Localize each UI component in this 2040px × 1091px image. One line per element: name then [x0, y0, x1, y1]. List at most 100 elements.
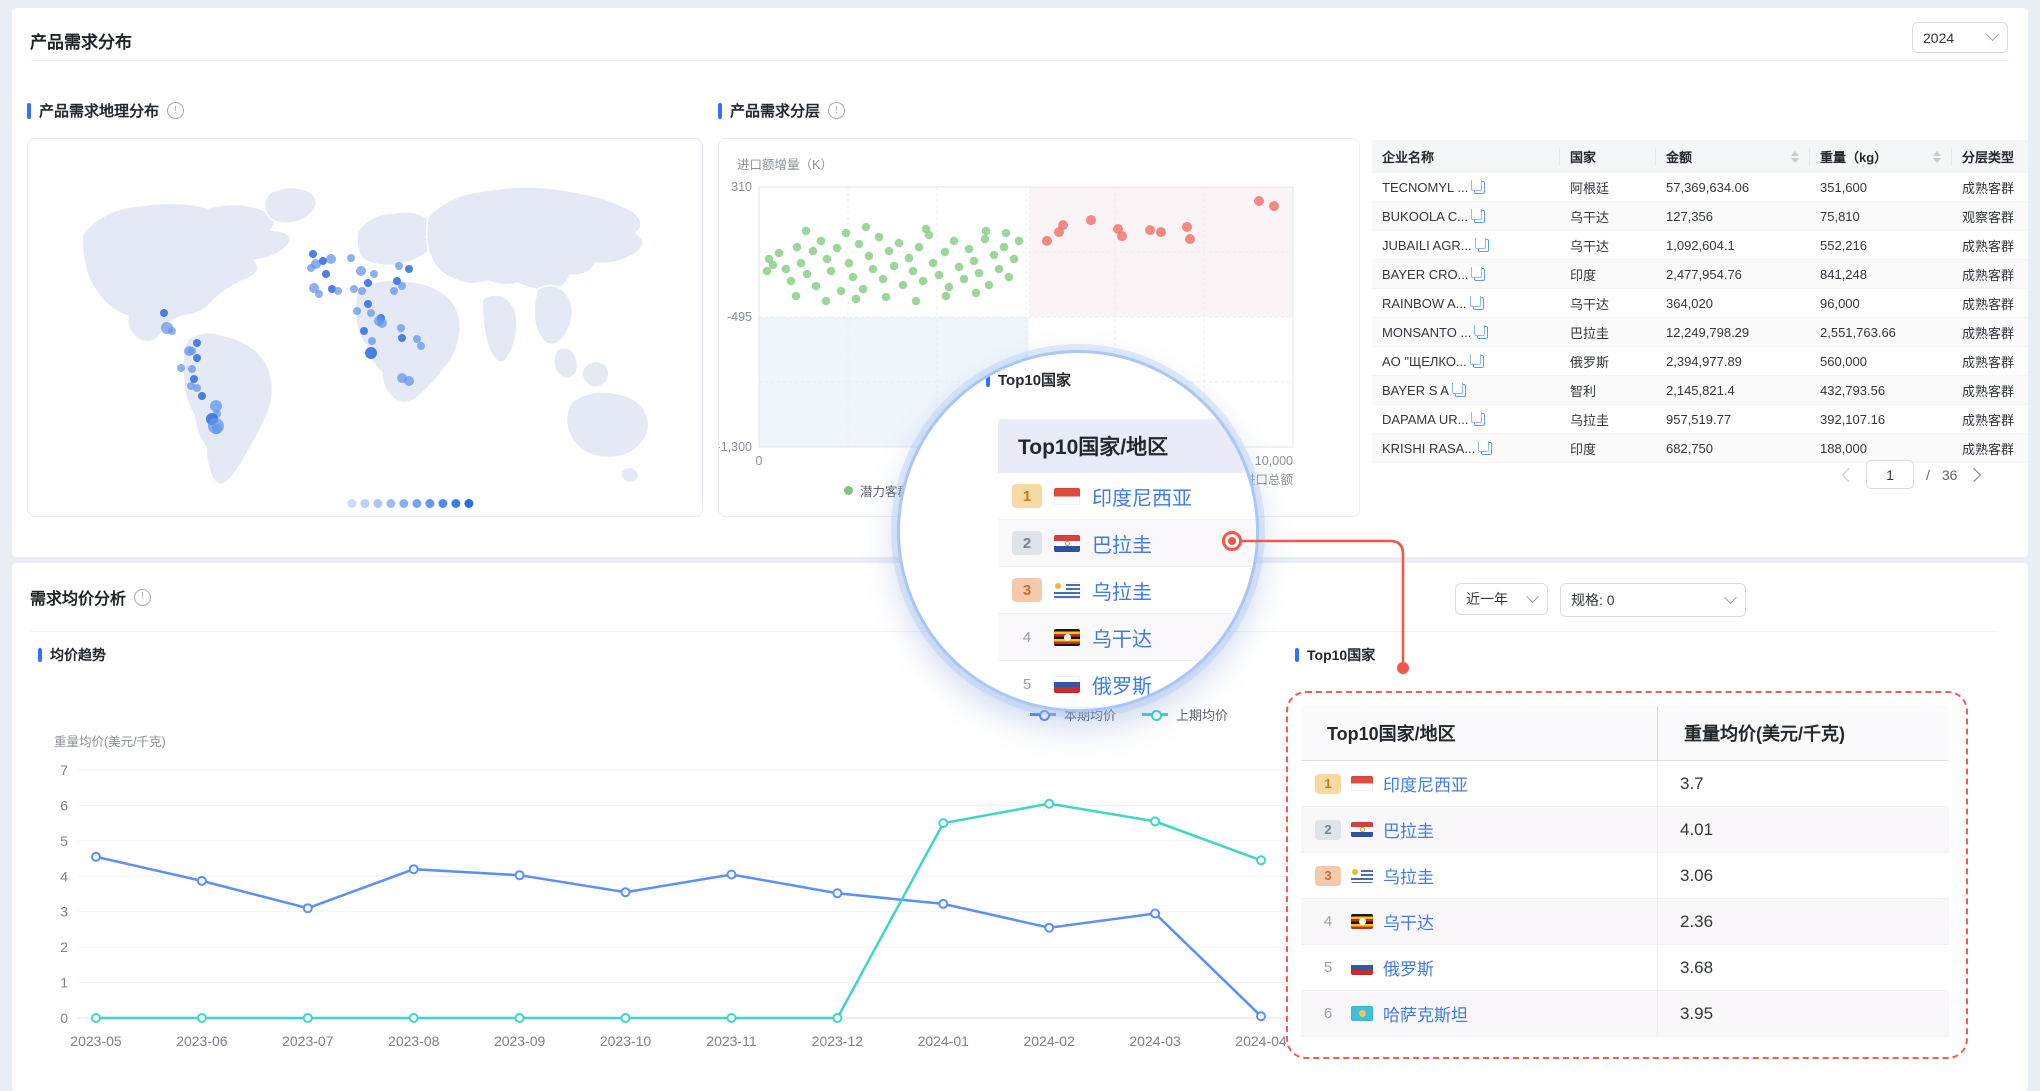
- scatter-point-green[interactable]: [812, 282, 821, 291]
- table-row[interactable]: BAYER S A智利2,145,821.4432,793.56成熟客群: [1372, 376, 2028, 405]
- top10-row[interactable]: 4乌干达2.36: [1301, 899, 1949, 945]
- top10-row[interactable]: 2巴拉圭4.01: [1301, 807, 1949, 853]
- map-demand-dot[interactable]: [395, 262, 403, 270]
- scatter-point-green[interactable]: [895, 239, 904, 248]
- table-row[interactable]: BAYER CRO...印度2,477,954.76841,248成熟客群: [1372, 260, 2028, 289]
- line-point[interactable]: [92, 853, 100, 861]
- map-demand-dot[interactable]: [307, 264, 315, 272]
- info-icon[interactable]: [134, 589, 151, 606]
- scatter-point-green[interactable]: [1000, 243, 1009, 252]
- table-row[interactable]: TECNOMYL ...阿根廷57,369,634.06351,600成熟客群: [1372, 173, 2028, 202]
- map-demand-dot[interactable]: [368, 337, 376, 345]
- year-select[interactable]: 2024: [1912, 22, 2008, 53]
- line-point[interactable]: [833, 889, 841, 897]
- copy-icon[interactable]: [1477, 326, 1488, 339]
- line-point[interactable]: [1045, 924, 1053, 932]
- scatter-point-red[interactable]: [1145, 225, 1155, 235]
- scatter-point-green[interactable]: [1002, 229, 1011, 238]
- sort-icon[interactable]: [1791, 151, 1799, 163]
- scatter-point-green[interactable]: [912, 297, 921, 306]
- table-row[interactable]: AO "ЩЕЛКО...俄罗斯2,394,977.89560,000成熟客群: [1372, 347, 2028, 376]
- line-point[interactable]: [516, 871, 524, 879]
- scatter-point-green[interactable]: [965, 245, 974, 254]
- line-point[interactable]: [410, 865, 418, 873]
- scatter-point-green[interactable]: [803, 270, 812, 279]
- scatter-point-green[interactable]: [942, 292, 951, 301]
- copy-icon[interactable]: [1474, 268, 1485, 281]
- country-link[interactable]: 俄罗斯: [1092, 670, 1152, 699]
- table-row[interactable]: DAPAMA UR...乌拉圭957,519.77392,107.16成熟客群: [1372, 405, 2028, 434]
- scatter-point-red[interactable]: [1058, 220, 1068, 230]
- scatter-point-green[interactable]: [792, 292, 801, 301]
- map-demand-dot[interactable]: [356, 266, 366, 276]
- line-point[interactable]: [198, 1014, 206, 1022]
- map-demand-dot[interactable]: [334, 287, 342, 295]
- table-row[interactable]: KRISHI RASA...印度682,750188,000成熟客群: [1372, 434, 2028, 463]
- scatter-point-green[interactable]: [775, 249, 784, 258]
- map-demand-dot[interactable]: [390, 287, 398, 295]
- scatter-point-green[interactable]: [849, 273, 858, 282]
- next-page-icon[interactable]: [1967, 467, 1981, 481]
- scatter-point-green[interactable]: [945, 283, 954, 292]
- scatter-point-red[interactable]: [1156, 227, 1166, 237]
- map-demand-dot[interactable]: [309, 250, 317, 258]
- map-demand-dot[interactable]: [353, 307, 361, 315]
- scatter-point-green[interactable]: [985, 281, 994, 290]
- map-demand-dot[interactable]: [404, 376, 414, 386]
- top10-row[interactable]: 6哈萨克斯坦3.95: [1301, 991, 1949, 1037]
- country-link[interactable]: 乌拉圭: [1383, 863, 1434, 888]
- scatter-point-green[interactable]: [982, 227, 991, 236]
- scatter-point-green[interactable]: [972, 289, 981, 298]
- scatter-point-green[interactable]: [875, 233, 884, 242]
- scatter-point-green[interactable]: [885, 247, 894, 256]
- country-link[interactable]: 乌干达: [1383, 909, 1434, 934]
- scatter-point-green[interactable]: [909, 267, 918, 276]
- magnified-top10-row[interactable]: 5俄罗斯: [998, 661, 1259, 708]
- map-demand-dot[interactable]: [188, 365, 196, 373]
- scatter-point-green[interactable]: [899, 281, 908, 290]
- scatter-point-green[interactable]: [981, 235, 990, 244]
- scatter-point-green[interactable]: [950, 237, 959, 246]
- map-demand-dot[interactable]: [365, 347, 377, 359]
- magnified-top10-row[interactable]: 4乌干达: [998, 614, 1259, 661]
- copy-icon[interactable]: [1474, 413, 1485, 426]
- scatter-point-green[interactable]: [975, 269, 984, 278]
- line-point[interactable]: [728, 871, 736, 879]
- line-point[interactable]: [622, 888, 630, 896]
- copy-icon[interactable]: [1474, 181, 1485, 194]
- scatter-point-green[interactable]: [797, 259, 806, 268]
- line-point[interactable]: [1257, 1012, 1265, 1020]
- map-demand-dot[interactable]: [398, 334, 406, 342]
- page-input[interactable]: 1: [1866, 460, 1914, 489]
- line-point[interactable]: [410, 1014, 418, 1022]
- map-demand-dot[interactable]: [358, 287, 366, 295]
- scatter-point-green[interactable]: [929, 259, 938, 268]
- map-demand-dot[interactable]: [212, 424, 222, 434]
- map-demand-dot[interactable]: [160, 309, 168, 317]
- scatter-point-green[interactable]: [809, 247, 818, 256]
- table-row[interactable]: BUKOOLA C...乌干达127,35675,810观察客群: [1372, 202, 2028, 231]
- copy-icon[interactable]: [1473, 355, 1484, 368]
- scatter-point-green[interactable]: [827, 267, 836, 276]
- line-point[interactable]: [92, 1014, 100, 1022]
- scatter-point-green[interactable]: [882, 293, 891, 302]
- map-demand-dot[interactable]: [397, 324, 405, 332]
- map-demand-dot[interactable]: [405, 265, 413, 273]
- scatter-point-green[interactable]: [955, 263, 964, 272]
- scatter-point-green[interactable]: [890, 262, 899, 271]
- map-demand-dot[interactable]: [190, 375, 198, 383]
- line-point[interactable]: [728, 1014, 736, 1022]
- magnified-top10-row[interactable]: 3乌拉圭: [998, 567, 1259, 614]
- scatter-point-green[interactable]: [859, 285, 868, 294]
- scatter-point-green[interactable]: [905, 254, 914, 263]
- map-demand-dot[interactable]: [417, 342, 425, 350]
- line-point[interactable]: [622, 1014, 630, 1022]
- line-point[interactable]: [1045, 800, 1053, 808]
- scatter-point-green[interactable]: [833, 244, 842, 253]
- map-demand-dot[interactable]: [193, 339, 201, 347]
- scatter-point-green[interactable]: [793, 243, 802, 252]
- scatter-point-green[interactable]: [919, 277, 928, 286]
- scatter-point-green[interactable]: [865, 252, 874, 261]
- map-demand-dot[interactable]: [319, 257, 327, 265]
- scatter-point-green[interactable]: [837, 287, 846, 296]
